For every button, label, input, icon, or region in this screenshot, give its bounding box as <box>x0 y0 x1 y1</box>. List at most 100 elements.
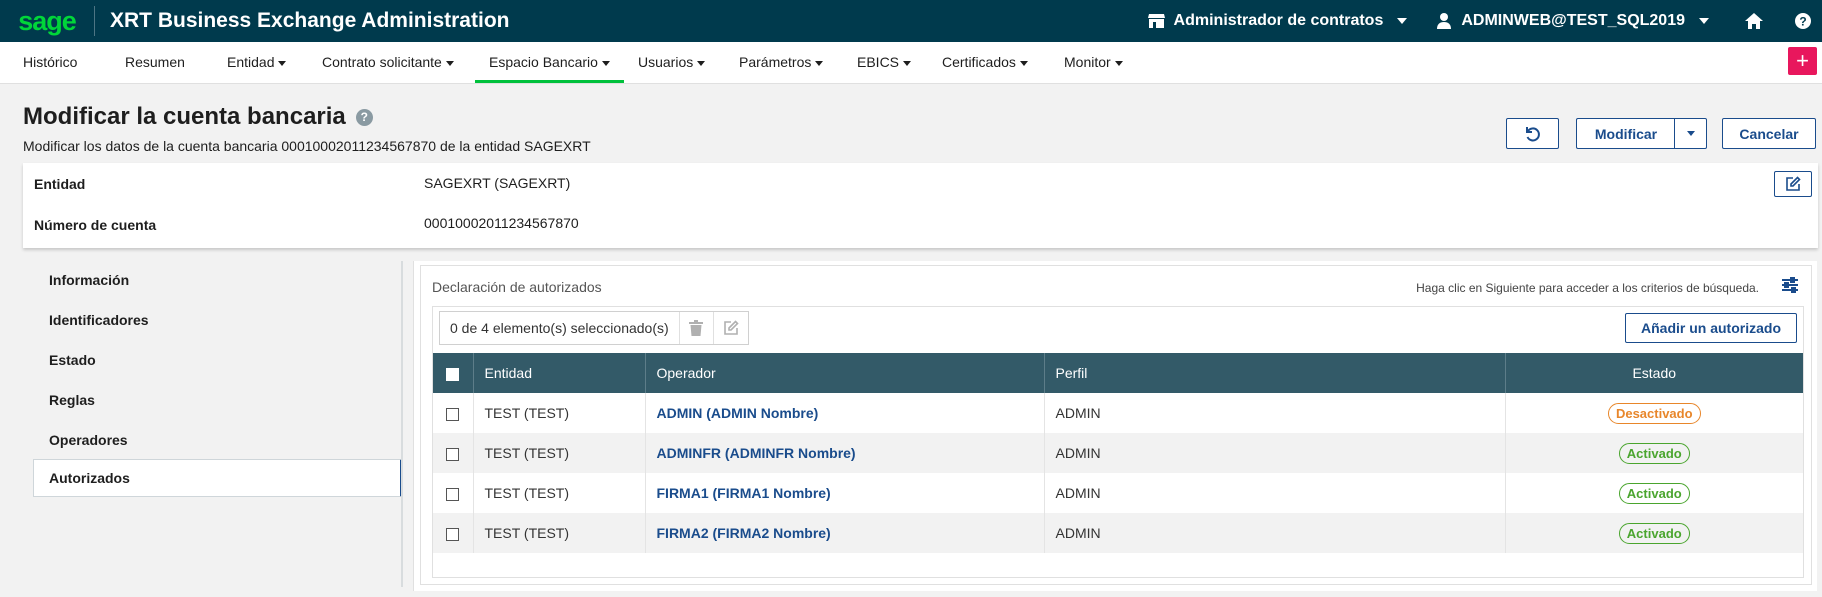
status-badge: Activado <box>1618 482 1690 504</box>
column-header-perfil[interactable]: Perfil <box>1044 353 1506 393</box>
help-button[interactable]: ? <box>1795 0 1811 42</box>
menu-label: Espacio Bancario <box>489 54 598 70</box>
nav-item-autorizados[interactable]: Autorizados <box>33 459 403 497</box>
chevron-down-icon <box>1114 60 1123 66</box>
row-select-cell <box>433 433 474 473</box>
nav-item-reglas[interactable]: Reglas <box>33 381 403 419</box>
row-checkbox[interactable] <box>446 407 460 421</box>
cell-operador: ADMINFR (ADMINFR Nombre) <box>645 433 1045 473</box>
column-header-entidad[interactable]: Entidad <box>473 353 646 393</box>
menu-item-resumen[interactable]: Resumen <box>125 42 185 84</box>
menu-label: Certificados <box>942 54 1016 70</box>
account-number-label: Número de cuenta <box>34 217 157 233</box>
account-info-card: Entidad SAGEXRT (SAGEXRT) Número de cuen… <box>23 163 1818 248</box>
home-button[interactable] <box>1745 0 1763 42</box>
cell-entidad: TEST (TEST) <box>473 433 646 473</box>
cell-perfil: ADMIN <box>1044 513 1506 553</box>
menu-item-usuarios[interactable]: Usuarios <box>638 42 706 84</box>
cell-entidad: TEST (TEST) <box>473 393 646 433</box>
cell-estado: Desactivado <box>1505 393 1803 433</box>
modify-button[interactable]: Modificar <box>1576 118 1675 149</box>
row-checkbox[interactable] <box>446 447 460 461</box>
cell-entidad: TEST (TEST) <box>473 513 646 553</box>
status-badge: Desactivado <box>1607 402 1701 424</box>
chevron-down-icon <box>697 60 706 66</box>
cell-perfil: ADMIN <box>1044 393 1506 433</box>
cell-estado: Activado <box>1505 513 1803 553</box>
refresh-button[interactable] <box>1506 118 1559 149</box>
page-title: Modificar la cuenta bancaria ? <box>23 103 373 131</box>
row-checkbox[interactable] <box>446 527 460 541</box>
cell-perfil: ADMIN <box>1044 433 1506 473</box>
menu-label: Parámetros <box>739 54 812 70</box>
menu-item-entidad[interactable]: Entidad <box>227 42 287 84</box>
authorized-table: Entidad Operador Perfil Estado TEST (TES… <box>433 353 1803 553</box>
cell-estado: Activado <box>1505 473 1803 513</box>
operator-link[interactable]: ADMINFR (ADMINFR Nombre) <box>657 445 856 461</box>
table-row[interactable]: TEST (TEST) FIRMA1 (FIRMA1 Nombre) ADMIN… <box>433 473 1803 513</box>
table-row[interactable]: TEST (TEST) FIRMA2 (FIRMA2 Nombre) ADMIN… <box>433 513 1803 553</box>
row-select-cell <box>433 393 474 433</box>
menu-item-contrato-solicitante[interactable]: Contrato solicitante <box>322 42 454 84</box>
sliders-icon <box>1782 277 1798 293</box>
operator-link[interactable]: FIRMA2 (FIRMA2 Nombre) <box>657 525 831 541</box>
nav-item-estado[interactable]: Estado <box>33 341 403 379</box>
chevron-down-icon <box>601 60 610 66</box>
nav-item-identificadores[interactable]: Identificadores <box>33 301 403 339</box>
edit-info-button[interactable] <box>1774 171 1812 197</box>
operator-link[interactable]: FIRMA1 (FIRMA1 Nombre) <box>657 485 831 501</box>
column-header-operador[interactable]: Operador <box>645 353 1045 393</box>
trash-icon <box>689 320 704 336</box>
menu-label: Contrato solicitante <box>322 54 442 70</box>
svg-text:?: ? <box>1799 15 1806 29</box>
edit-icon <box>1786 176 1801 191</box>
home-icon <box>1745 13 1763 29</box>
table-row[interactable]: TEST (TEST) ADMINFR (ADMINFR Nombre) ADM… <box>433 433 1803 473</box>
top-bar: sage XRT Business Exchange Administratio… <box>0 0 1822 42</box>
add-authorized-button[interactable]: Añadir un autorizado <box>1625 313 1797 343</box>
user-label: ADMINWEB@TEST_SQL2019 <box>1461 12 1685 29</box>
menu-item-historico[interactable]: Histórico <box>23 42 77 84</box>
nav-item-informacion[interactable]: Información <box>33 261 403 299</box>
user-menu[interactable]: ADMINWEB@TEST_SQL2019 <box>1437 0 1709 42</box>
menu-item-monitor[interactable]: Monitor <box>1064 42 1123 84</box>
panel-title: Declaración de autorizados <box>432 279 602 295</box>
authorized-table-container: 0 de 4 elemento(s) seleccionado(s) Añadi… <box>432 306 1804 578</box>
cancel-button[interactable]: Cancelar <box>1722 118 1816 149</box>
select-all-checkbox[interactable] <box>446 367 460 381</box>
cell-operador: FIRMA2 (FIRMA2 Nombre) <box>645 513 1045 553</box>
menu-label: EBICS <box>857 54 900 70</box>
search-hint: Haga clic en Siguiente para acceder a lo… <box>1416 281 1759 295</box>
chevron-down-icon <box>1686 131 1695 136</box>
edit-selected-button[interactable] <box>714 312 748 344</box>
status-badge: Activado <box>1618 522 1690 544</box>
chevron-down-icon <box>445 60 454 66</box>
column-header-estado[interactable]: Estado <box>1505 353 1803 393</box>
nav-item-operadores[interactable]: Operadores <box>33 421 403 459</box>
menu-item-parametros[interactable]: Parámetros <box>739 42 824 84</box>
operator-link[interactable]: ADMIN (ADMIN Nombre) <box>657 405 819 421</box>
filter-settings-button[interactable] <box>1781 276 1799 297</box>
nav-divider <box>401 261 403 587</box>
help-icon[interactable]: ? <box>355 108 373 126</box>
refresh-icon <box>1525 126 1540 141</box>
role-selector[interactable]: Administrador de contratos <box>1147 0 1408 42</box>
menu-item-espacio-bancario[interactable]: Espacio Bancario <box>475 42 624 84</box>
table-row[interactable]: TEST (TEST) ADMIN (ADMIN Nombre) ADMIN D… <box>433 393 1803 433</box>
store-icon <box>1147 14 1165 28</box>
modify-dropdown-button[interactable] <box>1674 118 1707 149</box>
entity-value: SAGEXRT (SAGEXRT) <box>424 175 571 191</box>
add-button[interactable]: + <box>1788 47 1817 75</box>
cell-operador: FIRMA1 (FIRMA1 Nombre) <box>645 473 1045 513</box>
role-label: Administrador de contratos <box>1173 12 1384 29</box>
row-checkbox[interactable] <box>446 487 460 501</box>
row-select-cell <box>433 513 474 553</box>
table-header-row: Entidad Operador Perfil Estado <box>433 353 1803 393</box>
logo-divider <box>94 6 95 36</box>
account-number-value: 00010002011234567870 <box>424 215 579 231</box>
delete-button[interactable] <box>680 312 714 344</box>
chevron-down-icon <box>1699 18 1709 24</box>
menu-item-ebics[interactable]: EBICS <box>857 42 912 84</box>
sage-logo[interactable]: sage <box>0 0 94 42</box>
menu-item-certificados[interactable]: Certificados <box>942 42 1028 84</box>
